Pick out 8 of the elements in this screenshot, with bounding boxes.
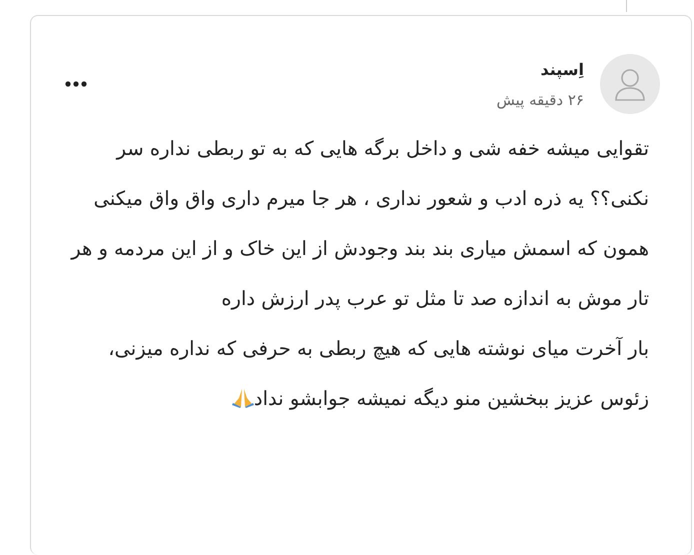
- more-icon[interactable]: [65, 81, 87, 87]
- post-time: ۲۶ دقیقه پیش: [496, 90, 584, 108]
- comment-text: زئوس عزیز ببخشین منو دیگه نمیشه جوابشو نداد: [61, 374, 649, 424]
- praying-hands-icon: [232, 388, 254, 408]
- author-name[interactable]: اِسپند: [540, 60, 584, 78]
- person-icon: [613, 67, 647, 101]
- comment-text: تقوایی میشه خفه شی و داخل برگه هایی که به تو ربطی نداره سر نکنی؟؟ یه ذره ادب و شعور نداری ، هر جا میرم داری واق واق میکنی همون که اسمش میاری بند بند وجودش از این خاک و از این مردمه و هر تار موش به اندازه صد تا مثل تو عرب پدر ارزش داره: [70, 136, 649, 312]
- comment-text: بار آخرت میای نوشته هایی که هیچ ربطی به حرفی که نداره میزنی،: [107, 336, 649, 362]
